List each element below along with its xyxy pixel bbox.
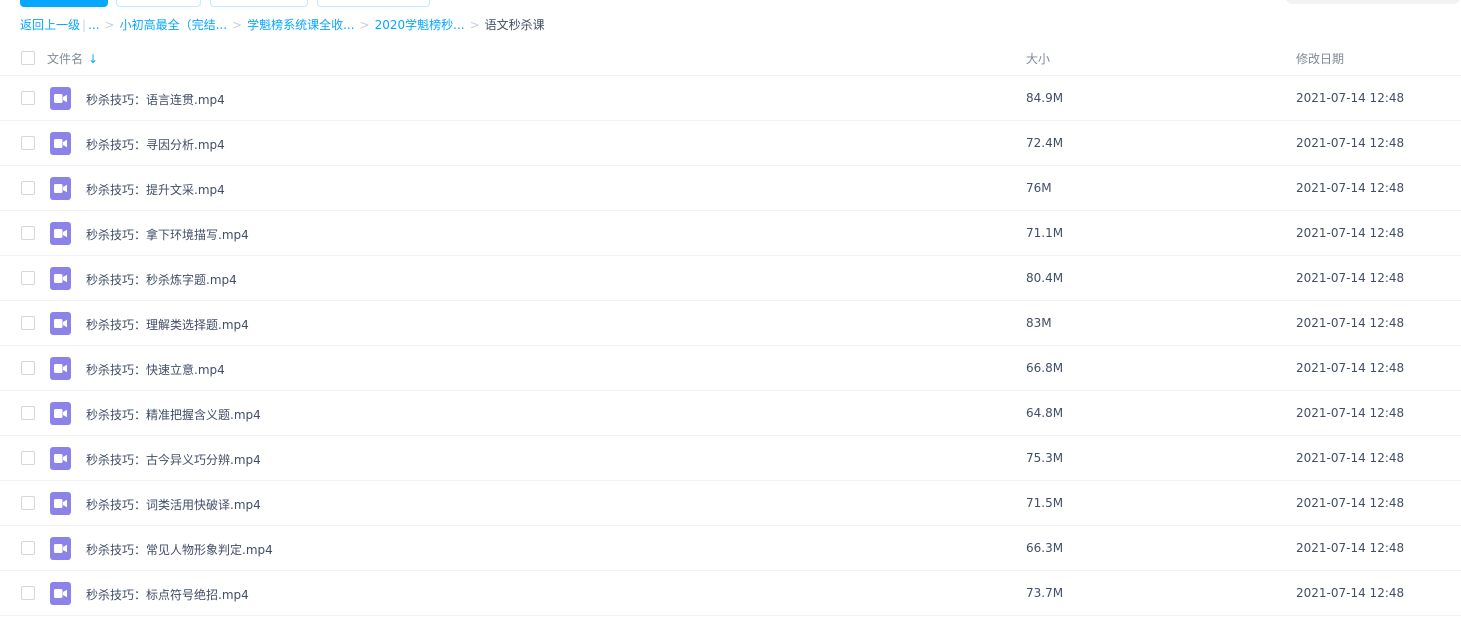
row-checkbox[interactable] <box>21 91 35 105</box>
file-modified-date: 2021-07-14 12:48 <box>1296 361 1405 375</box>
file-row[interactable]: 秒杀技巧：标点符号绝招.mp4 73.7M 2021-07-14 12:48 <box>0 570 1461 616</box>
file-name[interactable]: 秒杀技巧：常见人物形象判定.mp4 <box>86 541 273 558</box>
file-name[interactable]: 秒杀技巧：精准把握含义题.mp4 <box>86 406 261 423</box>
file-row[interactable]: 秒杀技巧：语言连贯.mp4 84.9M 2021-07-14 12:48 <box>0 75 1461 120</box>
breadcrumb-current: 语文秒杀课 <box>484 18 545 32</box>
toolbar <box>0 0 1461 8</box>
toolbar-button[interactable] <box>317 0 430 7</box>
toolbar-button[interactable] <box>210 0 308 7</box>
size-column-header[interactable]: 大小 <box>1026 50 1050 67</box>
file-row[interactable]: 秒杀技巧：精准把握含义题.mp4 64.8M 2021-07-14 12:48 <box>0 390 1461 435</box>
row-checkbox[interactable] <box>21 181 35 195</box>
row-checkbox[interactable] <box>21 271 35 285</box>
video-file-icon <box>50 267 71 290</box>
file-size: 84.9M <box>1026 91 1064 105</box>
video-file-icon <box>50 312 71 335</box>
file-row[interactable]: 秒杀技巧：理解类选择题.mp4 83M 2021-07-14 12:48 <box>0 300 1461 345</box>
video-file-icon <box>50 402 71 425</box>
date-column-header[interactable]: 修改日期 <box>1296 50 1344 67</box>
file-modified-date: 2021-07-14 12:48 <box>1296 541 1405 555</box>
breadcrumb-ellipsis[interactable]: ... <box>88 18 99 32</box>
video-file-icon <box>50 87 71 110</box>
upload-button[interactable] <box>20 0 108 7</box>
file-row[interactable]: 秒杀技巧：拿下环境描写.mp4 71.1M 2021-07-14 12:48 <box>0 210 1461 255</box>
name-column-label: 文件名 <box>47 52 84 66</box>
file-size: 66.3M <box>1026 541 1064 555</box>
file-size: 72.4M <box>1026 136 1064 150</box>
toolbar-button[interactable] <box>116 0 201 7</box>
video-file-icon <box>50 132 71 155</box>
video-file-icon <box>50 537 71 560</box>
search-input[interactable] <box>1285 0 1461 4</box>
file-row[interactable]: 秒杀技巧：快速立意.mp4 66.8M 2021-07-14 12:48 <box>0 345 1461 390</box>
file-name[interactable]: 秒杀技巧：提升文采.mp4 <box>86 181 225 198</box>
breadcrumb-item[interactable]: 小初高最全（完结... <box>120 18 227 32</box>
file-modified-date: 2021-07-14 12:48 <box>1296 136 1405 150</box>
file-modified-date: 2021-07-14 12:48 <box>1296 496 1405 510</box>
file-list-header: 文件名 ↓ 大小 修改日期 <box>0 40 1461 75</box>
file-row[interactable]: 秒杀技巧：秒杀炼字题.mp4 80.4M 2021-07-14 12:48 <box>0 255 1461 300</box>
breadcrumb: 返回上一级 |... > 小初高最全（完结... > 学魁榜系统课全收... >2020学魁… <box>20 17 545 33</box>
video-file-icon <box>50 447 71 470</box>
row-checkbox[interactable] <box>21 136 35 150</box>
breadcrumb-separator-icon: > <box>232 18 243 32</box>
file-name[interactable]: 秒杀技巧：古今异义巧分辨.mp4 <box>86 451 261 468</box>
file-modified-date: 2021-07-14 12:48 <box>1296 181 1405 195</box>
file-name[interactable]: 秒杀技巧：标点符号绝招.mp4 <box>86 586 249 603</box>
row-checkbox[interactable] <box>21 541 35 555</box>
file-modified-date: 2021-07-14 12:48 <box>1296 226 1405 240</box>
file-modified-date: 2021-07-14 12:48 <box>1296 316 1405 330</box>
file-size: 75.3M <box>1026 451 1064 465</box>
file-size: 64.8M <box>1026 406 1064 420</box>
file-row[interactable]: 秒杀技巧：古今异义巧分辨.mp4 75.3M 2021-07-14 12:48 <box>0 435 1461 480</box>
file-row[interactable]: 秒杀技巧：提升文采.mp4 76M 2021-07-14 12:48 <box>0 165 1461 210</box>
row-checkbox[interactable] <box>21 226 35 240</box>
video-file-icon <box>50 222 71 245</box>
row-checkbox[interactable] <box>21 496 35 510</box>
file-size: 66.8M <box>1026 361 1064 375</box>
file-size: 83M <box>1026 316 1052 330</box>
file-modified-date: 2021-07-14 12:48 <box>1296 406 1405 420</box>
file-size: 71.5M <box>1026 496 1064 510</box>
file-modified-date: 2021-07-14 12:48 <box>1296 586 1405 600</box>
file-modified-date: 2021-07-14 12:48 <box>1296 271 1405 285</box>
back-link[interactable]: 返回上一级 <box>20 18 80 32</box>
row-checkbox[interactable] <box>21 316 35 330</box>
breadcrumb-separator-icon: > <box>469 18 480 32</box>
file-row[interactable]: 秒杀技巧：常见人物形象判定.mp4 66.3M 2021-07-14 12:48 <box>0 525 1461 570</box>
breadcrumb-separator-icon: > <box>104 18 115 32</box>
row-checkbox[interactable] <box>21 406 35 420</box>
file-name[interactable]: 秒杀技巧：寻因分析.mp4 <box>86 136 225 153</box>
breadcrumb-divider: | <box>82 18 87 32</box>
select-all-checkbox[interactable] <box>21 51 35 65</box>
file-row[interactable]: 秒杀技巧：词类活用快破译.mp4 71.5M 2021-07-14 12:48 <box>0 480 1461 525</box>
video-file-icon <box>50 177 71 200</box>
breadcrumb-item[interactable]: 2020学魁榜秒... <box>375 18 465 32</box>
breadcrumb-item[interactable]: 学魁榜系统课全收... <box>247 18 354 32</box>
file-name[interactable]: 秒杀技巧：拿下环境描写.mp4 <box>86 226 249 243</box>
file-list: 秒杀技巧：语言连贯.mp4 84.9M 2021-07-14 12:48 秒杀技巧：寻… <box>0 75 1461 616</box>
video-file-icon <box>50 582 71 605</box>
video-file-icon <box>50 492 71 515</box>
file-size: 73.7M <box>1026 586 1064 600</box>
file-modified-date: 2021-07-14 12:48 <box>1296 451 1405 465</box>
file-name[interactable]: 秒杀技巧：快速立意.mp4 <box>86 361 225 378</box>
row-checkbox[interactable] <box>21 361 35 375</box>
file-name[interactable]: 秒杀技巧：语言连贯.mp4 <box>86 91 225 108</box>
file-name[interactable]: 秒杀技巧：词类活用快破译.mp4 <box>86 496 261 513</box>
row-checkbox[interactable] <box>21 451 35 465</box>
file-size: 71.1M <box>1026 226 1064 240</box>
sort-arrow-icon[interactable]: ↓ <box>88 52 98 66</box>
row-checkbox[interactable] <box>21 586 35 600</box>
file-size: 80.4M <box>1026 271 1064 285</box>
name-column-header[interactable]: 文件名 ↓ <box>47 50 98 67</box>
breadcrumb-separator-icon: > <box>359 18 370 32</box>
video-file-icon <box>50 357 71 380</box>
file-name[interactable]: 秒杀技巧：理解类选择题.mp4 <box>86 316 249 333</box>
file-size: 76M <box>1026 181 1052 195</box>
file-row[interactable]: 秒杀技巧：寻因分析.mp4 72.4M 2021-07-14 12:48 <box>0 120 1461 165</box>
file-name[interactable]: 秒杀技巧：秒杀炼字题.mp4 <box>86 271 237 288</box>
file-modified-date: 2021-07-14 12:48 <box>1296 91 1405 105</box>
